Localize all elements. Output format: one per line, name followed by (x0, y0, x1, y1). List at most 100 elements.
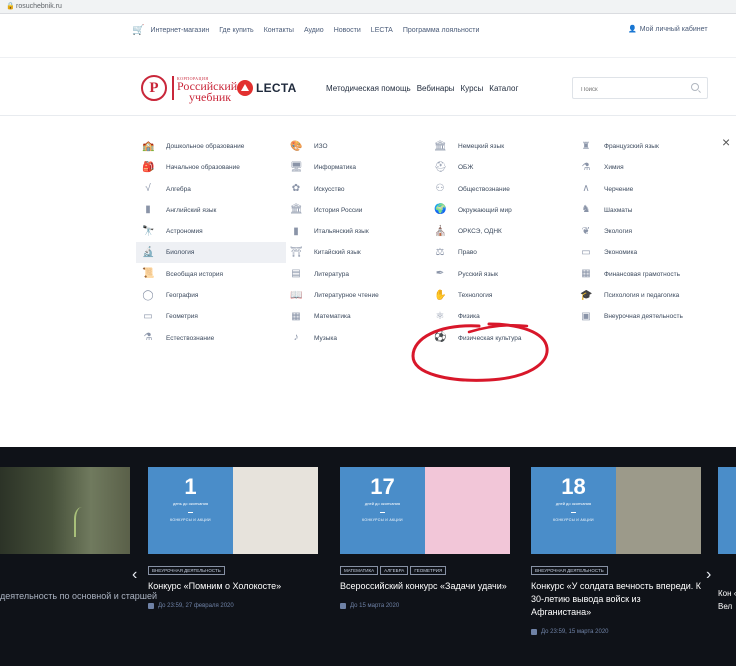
subject-label: ОБЖ (458, 164, 474, 172)
subject-label: Окружающий мир (458, 206, 512, 214)
subject-item[interactable]: ▭ Экономика (574, 242, 724, 263)
search-icon[interactable] (691, 83, 699, 91)
countdown-divider (380, 512, 385, 513)
subject-item[interactable]: ✒ Русский язык (428, 264, 578, 285)
carousel-next-arrow[interactable]: › (706, 567, 711, 583)
top-nav-link[interactable]: Где купить (219, 27, 253, 34)
promo-date: До 23:59, 27 февраля 2020 (148, 603, 318, 609)
subject-item[interactable]: ▮ Итальянский язык (284, 221, 434, 242)
subject-item[interactable]: ♜ Французский язык (574, 136, 724, 157)
subject-item[interactable]: 🎨 ИЗО (284, 136, 434, 157)
subject-item[interactable]: 🎒 Начальное образование (136, 157, 286, 178)
promo-photo (616, 467, 701, 554)
subject-item[interactable]: 🌍 Окружающий мир (428, 200, 578, 221)
subject-item[interactable]: ⚗ Химия (574, 157, 724, 178)
browser-url-bar[interactable]: 🔒 rosuchebnik.ru (0, 0, 736, 14)
top-nav-link[interactable]: Новости (334, 27, 361, 34)
subject-icon: 🏛 (434, 140, 447, 152)
top-nav-link[interactable]: Программа лояльности (403, 27, 480, 34)
subject-icon: 🖥 (290, 161, 303, 173)
subject-item[interactable]: ❦ Экология (574, 221, 724, 242)
carousel-prev-arrow[interactable]: ‹ (132, 567, 137, 583)
main-nav-link[interactable]: Курсы (461, 84, 484, 93)
promo-title[interactable]: Всероссийский конкурс «Задачи удачи» (340, 580, 510, 593)
promo-title[interactable]: Конкурс «У солдата вечность впереди. К 3… (531, 580, 701, 619)
promo-card-partial-left[interactable] (0, 467, 130, 554)
main-nav: Методическая помощь Вебинары Курсы Каталог (326, 84, 518, 93)
promo-title[interactable]: Конкурс «Помним о Холокосте» (148, 580, 318, 593)
subject-item[interactable]: ▮ Английский язык (136, 200, 286, 221)
lecta-logo-text[interactable]: LECTA (256, 81, 297, 95)
promo-card[interactable]: 17 дней до окончания КОНКУРСЫ И АКЦИИ МАТЕМ… (340, 467, 510, 609)
subject-item[interactable]: ▣ Внеурочная деятельность (574, 306, 724, 327)
subject-icon: ⚖ (435, 246, 445, 258)
subject-item[interactable]: ▭ Геометрия (136, 306, 286, 327)
countdown-panel: 17 дней до окончания КОНКУРСЫ И АКЦИИ (340, 467, 425, 554)
lecta-logo-icon[interactable] (237, 80, 253, 96)
subject-icon: ▮ (145, 204, 151, 216)
subject-item[interactable]: 📖 Литературное чтение (284, 285, 434, 306)
subject-item[interactable]: ♞ Шахматы (574, 200, 724, 221)
subject-icon: ⚗ (581, 161, 591, 173)
subject-icon: ⛑ (434, 161, 447, 173)
subject-item[interactable]: ⛪ ОРКСЭ, ОДНК (428, 221, 578, 242)
promo-card-partial-left-title[interactable]: деятельность по основной и старшей (0, 590, 157, 603)
subject-label: Биология (166, 249, 195, 257)
promo-tag[interactable]: МАТЕМАТИКА (340, 566, 379, 575)
subject-item[interactable]: √ Алгебра (136, 179, 286, 200)
top-nav-link[interactable]: Контакты (264, 27, 294, 34)
subject-item[interactable]: 📜 Всеобщая история (136, 264, 286, 285)
subject-item[interactable]: ✿ Искусство (284, 179, 434, 200)
promo-tag[interactable]: ВНЕУРОЧНАЯ ДЕЯТЕЛЬНОСТЬ (531, 566, 608, 575)
subject-icon: 🔭 (142, 225, 155, 237)
subject-label: Геометрия (166, 313, 198, 321)
subject-item[interactable]: ▦ Финансовая грамотность (574, 264, 724, 285)
top-nav-link[interactable]: Аудио (304, 27, 324, 34)
subject-item[interactable]: ⚗ Естествознание (136, 328, 286, 349)
subject-item[interactable]: ✋ Технология (428, 285, 578, 306)
logo-text[interactable]: КОРПОРАЦИЯ Российский учебник (177, 76, 237, 103)
subject-item[interactable]: 🏛 История России (284, 200, 434, 221)
search-box (572, 77, 708, 100)
subject-item[interactable]: 🏛 Немецкий язык (428, 136, 578, 157)
cart-icon[interactable]: 🛒 (132, 25, 144, 36)
subject-item[interactable]: 🔭 Астрономия (136, 221, 286, 242)
subject-item[interactable]: 🔬 Биология (136, 242, 286, 264)
promo-tag[interactable]: АЛГЕБРА (380, 566, 409, 575)
account-link[interactable]: 👤 Мой личный кабинет (628, 25, 708, 33)
promo-card-partial-right[interactable] (718, 467, 736, 554)
main-nav-link[interactable]: Каталог (489, 84, 518, 93)
search-input[interactable] (573, 80, 683, 100)
promo-card-partial-right-title[interactable]: Кон «Ур Вел (718, 587, 736, 613)
subject-icon: ◯ (142, 289, 154, 301)
subject-item[interactable]: ⚖ Право (428, 242, 578, 263)
lock-icon: 🔒 (6, 3, 15, 10)
url-text[interactable]: rosuchebnik.ru (16, 3, 62, 10)
subject-item[interactable]: ⛑ ОБЖ (428, 157, 578, 178)
subject-label: Информатика (314, 164, 356, 172)
top-nav-link[interactable]: LECTA (371, 27, 393, 34)
top-nav-link[interactable]: Интернет-магазин (150, 27, 209, 34)
main-nav-link[interactable]: Методическая помощь (326, 84, 411, 93)
subject-item[interactable]: 🎓 Психология и педагогика (574, 285, 724, 306)
subject-icon: ✿ (291, 183, 301, 195)
logo-mark[interactable]: Р (141, 75, 167, 101)
subject-item[interactable]: ▤ Литература (284, 264, 434, 285)
promo-card-image: 17 дней до окончания КОНКУРСЫ И АКЦИИ (340, 467, 510, 554)
promo-tag[interactable]: ГЕОМЕТРИЯ (410, 566, 447, 575)
promo-card[interactable]: 1 день до окончания КОНКУРСЫ И АКЦИИ ВНЕУРО… (148, 467, 318, 609)
subject-item[interactable]: ⛩ Китайский язык (284, 242, 434, 263)
promo-card-image: 18 дней до окончания КОНКУРСЫ И АКЦИИ (531, 467, 701, 554)
subject-item[interactable]: ⚇ Обществознание (428, 179, 578, 200)
subject-item[interactable]: ◯ География (136, 285, 286, 306)
top-utility-bar: 🛒 Интернет-магазин Где купить Контакты Ауди… (0, 14, 736, 58)
subject-item[interactable]: 🖥 Информатика (284, 157, 434, 178)
subject-label: Русский язык (458, 270, 498, 278)
promo-tag[interactable]: ВНЕУРОЧНАЯ ДЕЯТЕЛЬНОСТЬ (148, 566, 225, 575)
main-nav-link[interactable]: Вебинары (417, 84, 455, 93)
subject-item[interactable]: 🏫 Дошкольное образование (136, 136, 286, 157)
subject-label: Технология (458, 292, 493, 300)
subject-item[interactable]: ∧ Черчение (574, 179, 724, 200)
promo-card[interactable]: 18 дней до окончания КОНКУРСЫ И АКЦИИ ВНЕУР… (531, 467, 701, 635)
promo-carousel: деятельность по основной и старшей ‹ 1 де… (0, 447, 736, 666)
